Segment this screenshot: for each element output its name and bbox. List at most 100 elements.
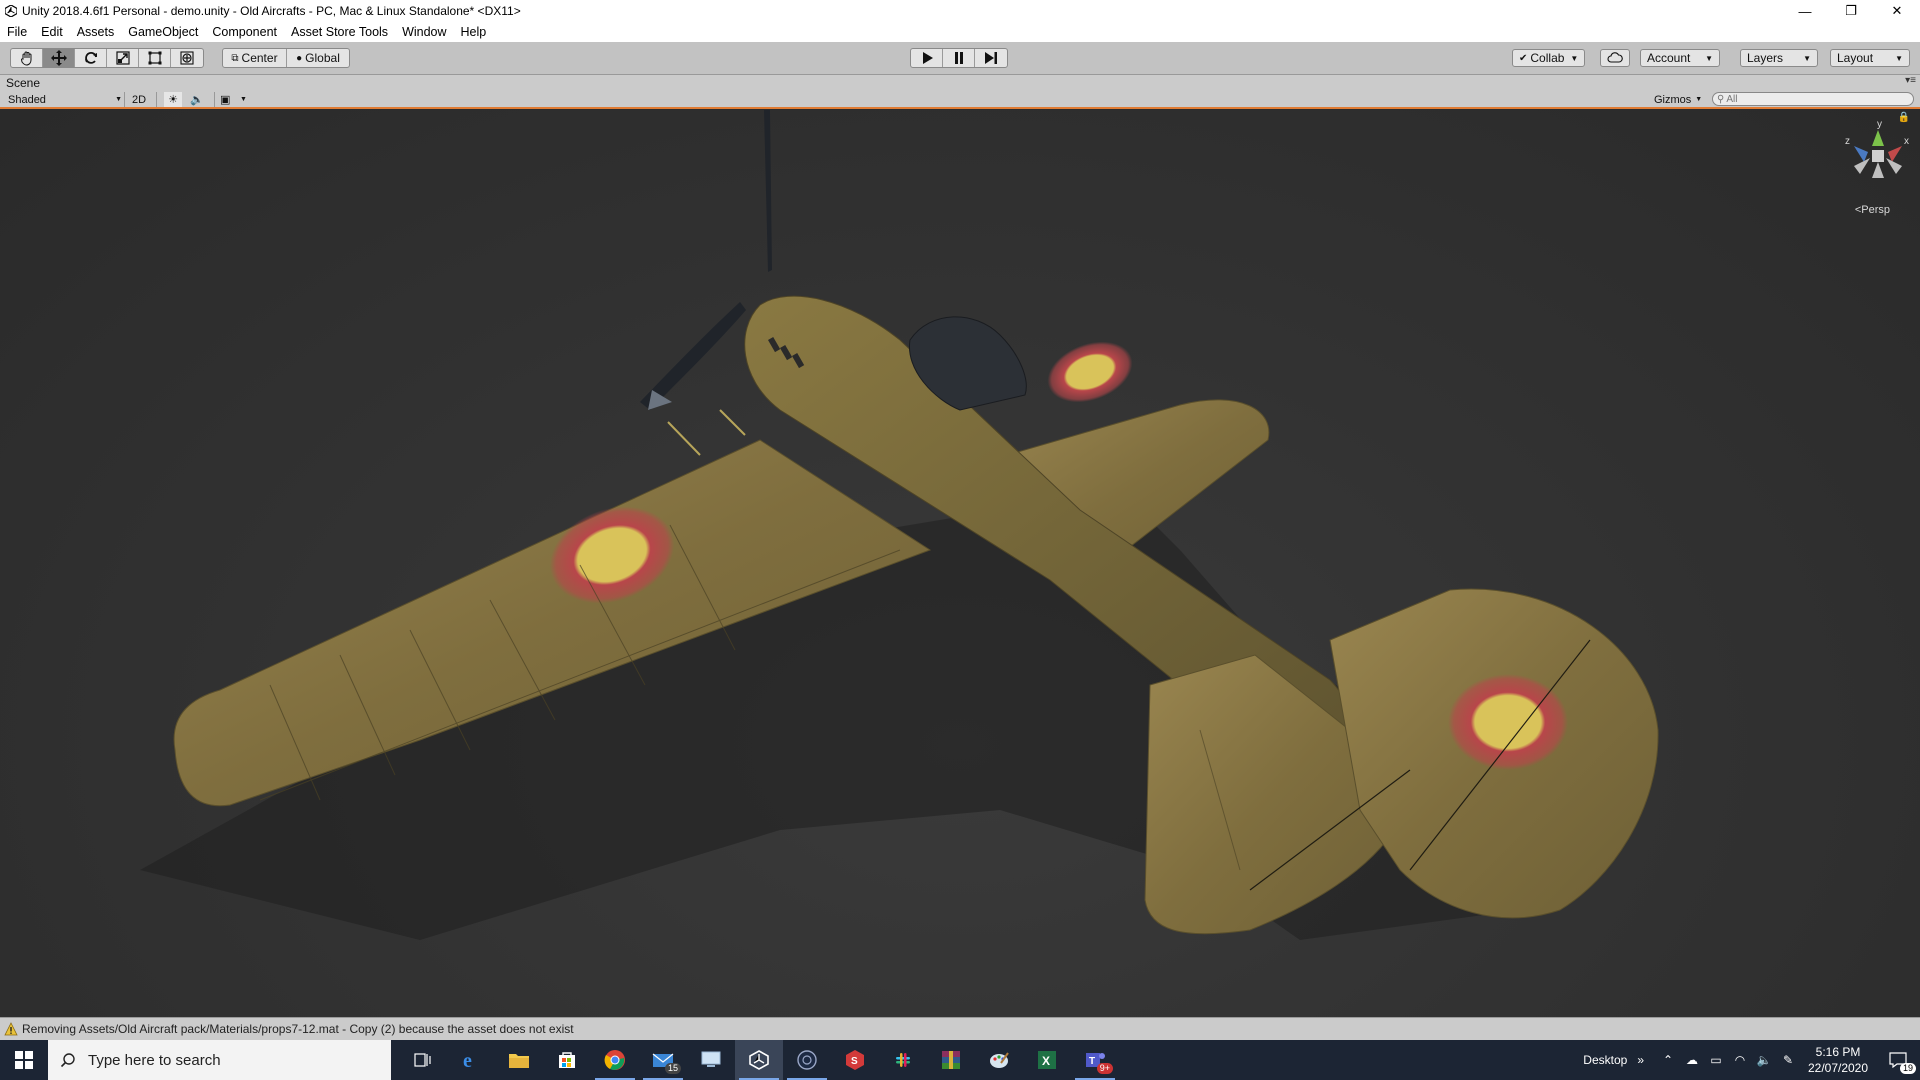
- move-tool-icon[interactable]: [43, 49, 75, 67]
- gizmo-x-label: x: [1904, 136, 1909, 147]
- pivot-center-button[interactable]: ⧉ Center: [223, 49, 287, 67]
- scene-tab-bar: Scene ▾≡: [0, 75, 1920, 91]
- caret-down-icon: ▼: [1803, 53, 1811, 63]
- caret-down-icon: ▼: [1705, 53, 1713, 63]
- shading-mode-dropdown[interactable]: Shaded ▼: [8, 92, 122, 107]
- clock[interactable]: 5:16 PM 22/07/2020: [1800, 1044, 1876, 1076]
- maximize-button[interactable]: ❐: [1828, 0, 1874, 22]
- pivot-toggles: ⧉ Center ● Global: [222, 48, 350, 68]
- menu-file[interactable]: File: [7, 25, 27, 39]
- step-button[interactable]: [975, 49, 1007, 67]
- search-icon: ⚲: [1717, 93, 1725, 105]
- hand-tool-icon[interactable]: [11, 49, 43, 67]
- teams-icon[interactable]: T 9+: [1071, 1040, 1119, 1080]
- divider: [156, 92, 157, 107]
- menu-window[interactable]: Window: [402, 25, 446, 39]
- onedrive-icon[interactable]: ☁: [1680, 1040, 1704, 1080]
- menu-asset-store-tools[interactable]: Asset Store Tools: [291, 25, 388, 39]
- main-toolbar: ⧉ Center ● Global ✔ Collab ▼ Account ▼ L…: [0, 42, 1920, 75]
- menu-gameobject[interactable]: GameObject: [128, 25, 198, 39]
- mail-icon[interactable]: 15: [639, 1040, 687, 1080]
- taskbar-search-input[interactable]: Type here to search: [48, 1040, 391, 1080]
- wifi-icon[interactable]: ◠: [1728, 1040, 1752, 1080]
- console-status-bar[interactable]: Removing Assets/Old Aircraft pack/Materi…: [0, 1017, 1920, 1040]
- layers-label: Layers: [1747, 51, 1784, 65]
- volume-icon[interactable]: 🔈: [1752, 1040, 1776, 1080]
- rect-tool-icon[interactable]: [139, 49, 171, 67]
- paint-icon[interactable]: [975, 1040, 1023, 1080]
- gizmo-neg-x-cone: [1854, 158, 1870, 174]
- layout-label: Layout: [1837, 51, 1874, 65]
- battery-icon[interactable]: ▭: [1704, 1040, 1728, 1080]
- lock-icon[interactable]: 🔒: [1898, 112, 1910, 123]
- windows-taskbar: Type here to search e 15 S X T 9+ Deskto…: [0, 1040, 1920, 1080]
- close-button[interactable]: ✕: [1874, 0, 1920, 22]
- transform-tools: [10, 48, 204, 68]
- menu-assets[interactable]: Assets: [77, 25, 115, 39]
- space-label: Global: [305, 51, 340, 65]
- edge-icon[interactable]: e: [447, 1040, 495, 1080]
- svg-text:T: T: [1089, 1056, 1095, 1067]
- right-wing-roundel: [1047, 341, 1133, 403]
- desktop-chevron-icon[interactable]: »: [1637, 1053, 1644, 1067]
- aircraft-model[interactable]: [0, 110, 1920, 1017]
- scene-search-placeholder: All: [1726, 93, 1738, 105]
- scene-tab[interactable]: Scene: [0, 76, 40, 90]
- layout-dropdown[interactable]: Layout ▼: [1830, 49, 1910, 67]
- excel-icon[interactable]: X: [1023, 1040, 1071, 1080]
- action-center-button[interactable]: 19: [1876, 1040, 1920, 1080]
- substance-icon[interactable]: S: [831, 1040, 879, 1080]
- file-explorer-icon[interactable]: [495, 1040, 543, 1080]
- divider: [214, 92, 215, 107]
- teams-badge: 9+: [1096, 1063, 1113, 1074]
- audio-toggle-icon[interactable]: 🔈: [190, 92, 204, 107]
- layers-dropdown[interactable]: Layers ▼: [1740, 49, 1818, 67]
- collab-label: Collab: [1530, 51, 1565, 65]
- scale-tool-icon[interactable]: [107, 49, 139, 67]
- projection-toggle[interactable]: <Persp: [1855, 204, 1890, 216]
- effects-toggle-icon[interactable]: ▣: [220, 92, 230, 107]
- orientation-gizmo[interactable]: y x z: [1840, 116, 1910, 202]
- menu-component[interactable]: Component: [212, 25, 277, 39]
- winrar-icon[interactable]: [927, 1040, 975, 1080]
- store-icon[interactable]: [543, 1040, 591, 1080]
- task-view-icon[interactable]: [399, 1040, 447, 1080]
- scene-viewport[interactable]: y x z <Persp 🔒: [0, 110, 1920, 1017]
- start-button[interactable]: [0, 1040, 48, 1080]
- svg-text:S: S: [851, 1056, 858, 1067]
- slack-icon[interactable]: [879, 1040, 927, 1080]
- show-hidden-icons-icon[interactable]: ⌃: [1656, 1040, 1680, 1080]
- tail-roundel: [1448, 674, 1568, 770]
- desktop-toolbar-label[interactable]: Desktop: [1583, 1053, 1627, 1067]
- caret-down-icon[interactable]: ▼: [240, 92, 247, 107]
- toggle-2d-button[interactable]: 2D: [132, 92, 146, 107]
- tab-menu-icon[interactable]: ▾≡: [1905, 75, 1916, 86]
- cloud-button[interactable]: [1600, 49, 1630, 67]
- collab-dropdown[interactable]: ✔ Collab ▼: [1512, 49, 1586, 67]
- cloud-icon: [1607, 52, 1623, 63]
- pause-button[interactable]: [943, 49, 975, 67]
- space-global-button[interactable]: ● Global: [287, 49, 349, 67]
- checkmark-icon: ✔: [1519, 52, 1528, 64]
- rotate-tool-icon[interactable]: [75, 49, 107, 67]
- mail-badge: 15: [664, 1063, 681, 1074]
- chrome-icon[interactable]: [591, 1040, 639, 1080]
- pen-icon[interactable]: ✎: [1776, 1040, 1800, 1080]
- remote-desktop-icon[interactable]: [687, 1040, 735, 1080]
- menu-help[interactable]: Help: [461, 25, 487, 39]
- gizmo-neg-z-cone: [1886, 158, 1902, 174]
- lighting-toggle-icon[interactable]: ☀: [164, 92, 182, 107]
- account-dropdown[interactable]: Account ▼: [1640, 49, 1720, 67]
- scene-search-input[interactable]: ⚲ All: [1712, 92, 1914, 106]
- play-button[interactable]: [911, 49, 943, 67]
- window-title: Unity 2018.4.6f1 Personal - demo.unity -…: [22, 4, 521, 18]
- pivot-label: Center: [241, 51, 278, 65]
- minimize-button[interactable]: —: [1782, 0, 1828, 22]
- unity-icon[interactable]: [735, 1040, 783, 1080]
- transform-tool-icon[interactable]: [171, 49, 203, 67]
- menu-edit[interactable]: Edit: [41, 25, 63, 39]
- gizmos-dropdown[interactable]: Gizmos ▼: [1654, 92, 1702, 107]
- clock-date: 22/07/2020: [1807, 1061, 1869, 1075]
- cinema4d-icon[interactable]: [783, 1040, 831, 1080]
- warning-icon: [4, 1022, 18, 1036]
